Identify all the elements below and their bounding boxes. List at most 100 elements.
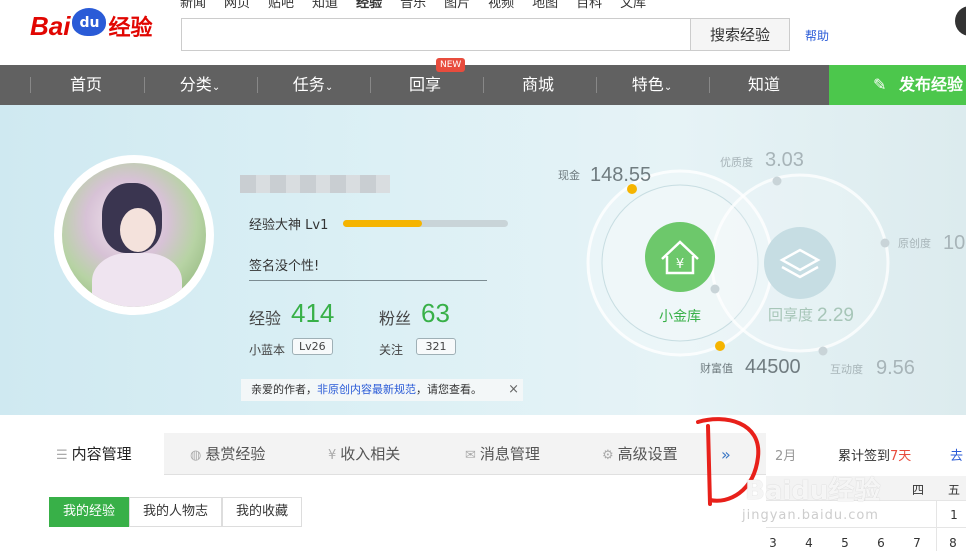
fans-label: 粉丝 [379,309,412,328]
tab-label: 悬赏经验 [205,445,266,463]
username-redacted [240,175,390,193]
level-progress-fill [343,220,423,227]
nav-featured-label: 特色 [631,75,664,94]
avatar[interactable] [62,163,206,307]
top-nav-web[interactable]: 网页 [224,0,250,11]
top-nav: 新闻 网页 贴吧 知道 经验 音乐 图片 视频 地图 百科 文库 [180,0,664,11]
help-link[interactable]: 帮助 [805,27,829,44]
follow-label: 关注 [379,343,404,357]
top-nav-music[interactable]: 音乐 [400,0,426,11]
tab-income[interactable]: ¥ 收入相关 [328,433,400,475]
tab-label: 消息管理 [479,445,540,463]
search-button[interactable]: 搜索经验 [690,18,790,51]
new-badge: NEW [436,58,466,72]
return-icon-bg[interactable] [764,227,836,299]
checkin-days: 7天 [890,449,912,464]
quality-label: 优质度 [720,155,753,169]
nav-home[interactable]: 首页 [36,65,136,105]
publish-button[interactable]: ✎ 发布经验 [829,65,966,105]
calendar-day[interactable]: 1 [936,508,966,522]
inner-dot [710,284,720,294]
user-avatar-corner[interactable] [955,6,966,36]
quality-value[interactable]: 3.03 [765,149,804,171]
exp-value[interactable]: 414 [291,298,334,329]
content-subtabs: 我的经验 我的人物志 我的收藏 [49,497,303,527]
tab-content-management[interactable]: ☰ 内容管理 [30,433,164,475]
calendar-day[interactable]: 7 [899,536,935,550]
checkin-summary: 累计签到7天 [838,445,911,464]
notice-bar: 亲爱的作者，非原创内容最新规范，请您查看。 × [241,379,523,401]
follow-count[interactable]: 321 [416,338,456,355]
baidu-watermark: Baidu经验 [745,476,881,506]
top-nav-map[interactable]: 地图 [532,0,558,11]
notice-text-pre: 亲爱的作者， [251,383,317,396]
calendar-day[interactable]: 8 [935,536,966,550]
original-dot [880,238,890,248]
notice-text-post: ，请您查看。 [416,383,482,396]
calendar-day[interactable]: 3 [755,536,791,550]
interact-label: 互动度 [830,362,863,376]
tab-bounty[interactable]: ◍ 悬赏经验 [190,433,265,475]
blue-book-label: 小蓝本 [249,343,286,357]
blue-book-level[interactable]: Lv26 [292,338,333,355]
notice-link[interactable]: 非原创内容最新规范 [317,383,416,396]
calendar-day[interactable]: 4 [791,536,827,550]
nav-tasks[interactable]: 任务⌄ [263,65,363,105]
subtab-my-profile-stories[interactable]: 我的人物志 [129,497,223,527]
nav-divider [709,77,710,93]
close-icon[interactable]: × [508,379,519,401]
calendar-day[interactable]: 6 [863,536,899,550]
search-input[interactable] [181,18,691,51]
interact-dot [818,346,828,356]
return-label: 回享度 [768,306,813,324]
nav-divider [596,77,597,93]
nav-zhidao[interactable]: 知道 [714,65,814,105]
logo-bai: Bai [30,10,71,41]
return-value[interactable]: 2.29 [817,305,854,326]
yen-icon: ¥ [328,448,337,463]
top-nav-video[interactable]: 视频 [488,0,514,11]
weekday-thu: 四 [911,483,924,497]
original-value[interactable]: 10 [943,232,965,254]
nav-divider [30,77,31,93]
logo-paw: du [72,8,107,36]
nav-category[interactable]: 分类⌄ [150,65,250,105]
metrics-graphic: ¥ 现金 148.55 优质度 3.03 原创度 10 小金库 回享度 2.29… [558,149,965,379]
wealth-value[interactable]: 44500 [745,356,801,378]
watermark-url: jingyan.baidu.com [742,508,879,523]
tab-label: 内容管理 [71,445,132,463]
avatar-face [120,208,156,252]
subtab-my-favorites[interactable]: 我的收藏 [222,497,303,527]
baidu-jingyan-logo[interactable]: Bai du 经验 [30,4,152,48]
fans-value[interactable]: 63 [421,298,450,329]
nav-divider [257,77,258,93]
checkin-go-link[interactable]: 去 [950,445,963,464]
subtab-my-experience[interactable]: 我的经验 [49,497,130,527]
cash-value[interactable]: 148.55 [590,164,651,186]
interact-value[interactable]: 9.56 [876,357,915,379]
top-nav-baike[interactable]: 百科 [576,0,602,11]
top-nav-jingyan[interactable]: 经验 [356,0,382,11]
level-label: 经验大神 Lv1 [249,218,329,233]
calendar-month: 2月 [775,449,797,464]
top-nav-images[interactable]: 图片 [444,0,470,11]
calendar-day[interactable]: 5 [827,536,863,550]
vault-label[interactable]: 小金库 [659,309,701,325]
nav-divider [370,77,371,93]
top-nav-tieba[interactable]: 贴吧 [268,0,294,11]
quality-dot [772,176,782,186]
signature[interactable]: 签名没个性! [249,255,487,281]
nav-category-label: 分类 [179,75,212,94]
top-nav-wenku[interactable]: 文库 [620,0,646,11]
nav-mall[interactable]: 商城 [488,65,588,105]
publish-label: 发布经验 [899,75,964,94]
list-icon: ☰ [56,448,68,463]
tab-messages[interactable]: ✉ 消息管理 [465,433,540,475]
nav-featured[interactable]: 特色⌄ [602,65,702,105]
top-nav-zhidao[interactable]: 知道 [312,0,338,11]
nav-divider [483,77,484,93]
chevron-down-icon: ⌄ [211,82,221,93]
yen-icon: ¥ [676,257,684,272]
top-nav-news[interactable]: 新闻 [180,0,206,11]
tab-advanced-settings[interactable]: ⚙ 高级设置 [602,433,678,475]
